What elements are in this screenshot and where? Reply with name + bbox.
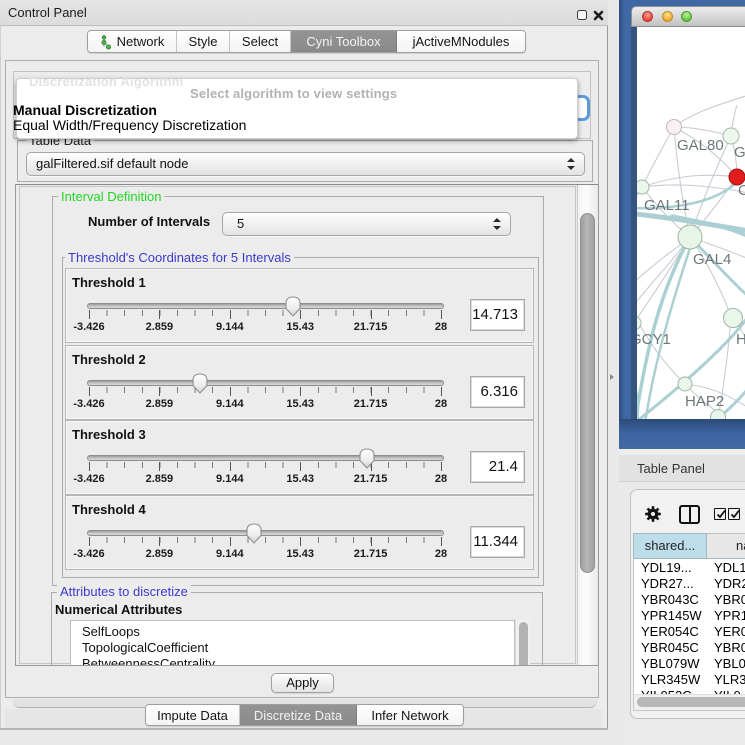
svg-text:C: C	[738, 182, 745, 199]
svg-text:GCY1: GCY1	[637, 331, 671, 348]
svg-text:H: H	[736, 331, 745, 348]
svg-text:GAL80: GAL80	[677, 137, 724, 154]
svg-text:GAL4: GAL4	[693, 251, 731, 268]
svg-text:HAP2: HAP2	[685, 393, 724, 410]
svg-text:GA: GA	[734, 144, 745, 161]
svg-text:GAL11: GAL11	[644, 197, 690, 214]
